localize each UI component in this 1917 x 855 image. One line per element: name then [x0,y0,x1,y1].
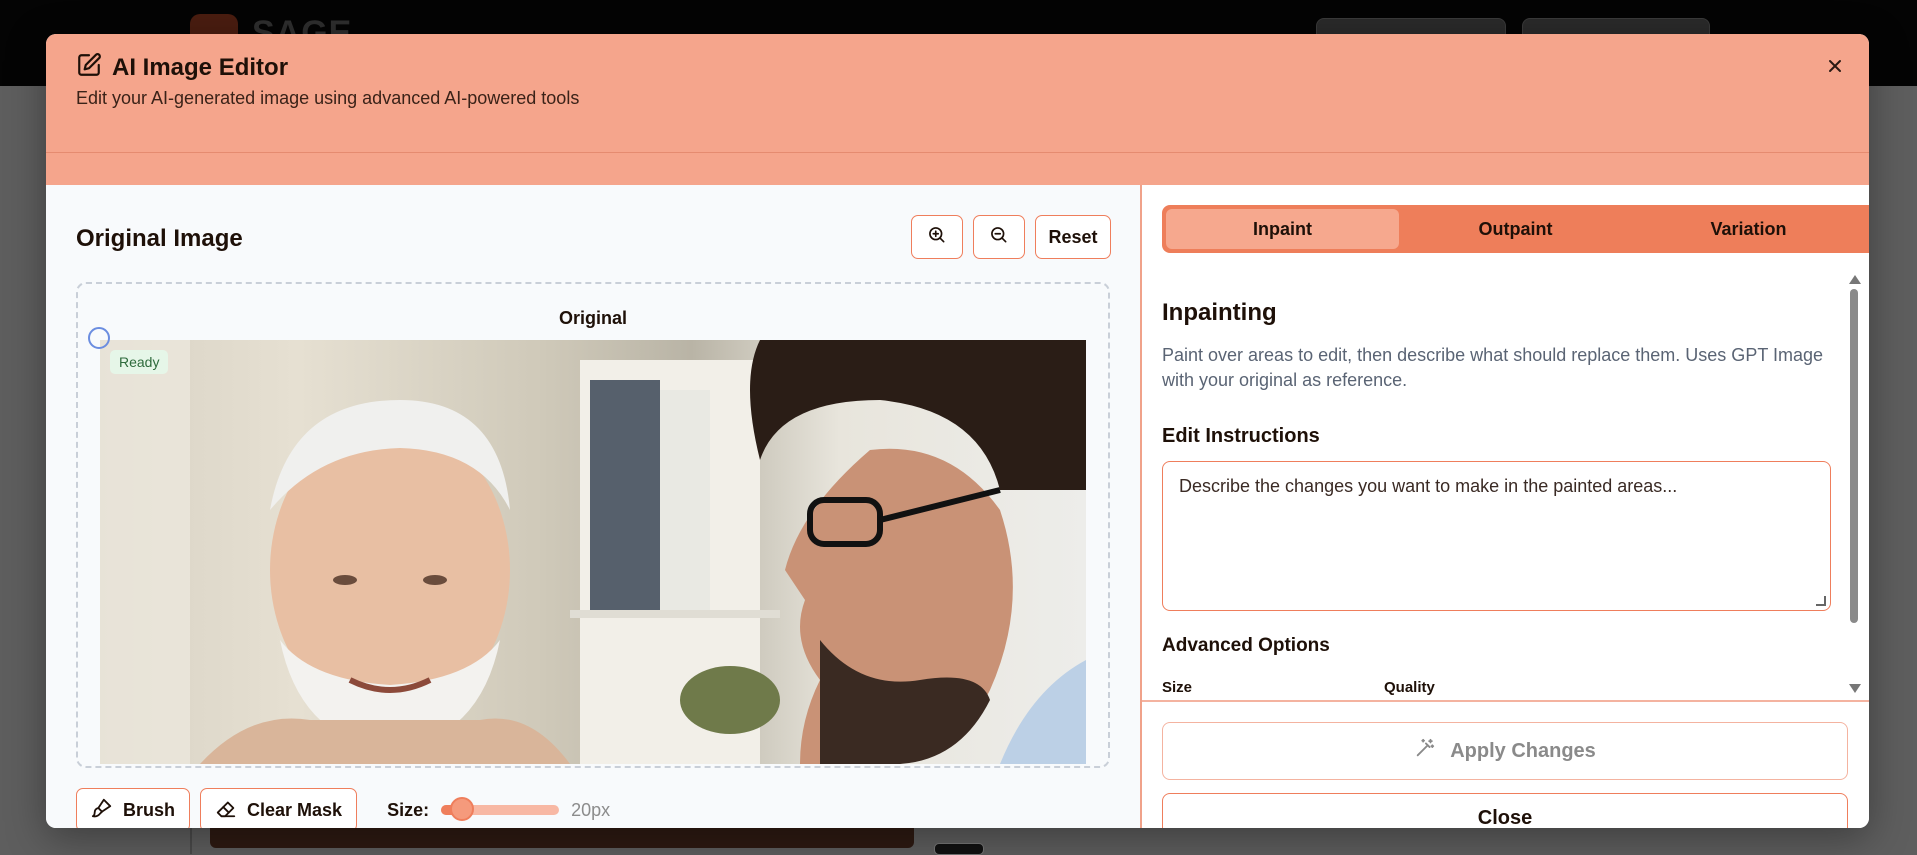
edit-instructions-label: Edit Instructions [1162,425,1320,447]
edit-mode-tabs: Inpaint Outpaint Variation [1162,205,1869,253]
scrollbar[interactable] [1847,275,1861,693]
canvas-label: Original [558,308,627,328]
instructions-placeholder: Describe the changes you want to make in… [1179,476,1678,496]
status-badge: Ready [110,350,169,374]
resize-handle-icon[interactable] [1816,596,1826,606]
apply-changes-button[interactable]: Apply Changes [1162,722,1848,780]
quality-option-label: Quality [1384,679,1435,696]
edit-icon [76,52,102,83]
tab-inpaint[interactable]: Inpaint [1166,209,1399,249]
inpainting-heading: Inpainting [1162,299,1277,326]
apply-changes-label: Apply Changes [1450,739,1596,762]
modal-title-row: AI Image Editor [76,52,288,83]
eraser-icon [215,797,237,824]
background-pill [934,843,984,855]
slider-thumb[interactable] [450,797,475,821]
original-image-panel: Original Image Reset Original Ready Brus… [46,185,1142,828]
brush-cursor-icon [88,327,110,349]
zoom-out-button[interactable] [973,215,1025,259]
zoom-in-icon [927,225,947,250]
tab-outpaint[interactable]: Outpaint [1399,209,1632,249]
edit-options-panel: Inpaint Outpaint Variation Inpainting Pa… [1142,185,1869,828]
modal-header-band [46,153,1869,185]
zoom-in-button[interactable] [911,215,963,259]
section-title: Original Image [76,225,243,252]
brush-label: Brush [123,799,176,820]
size-value: 20px [571,799,611,820]
close-button[interactable]: Close [1162,793,1848,828]
scroll-down-icon[interactable] [1849,684,1861,693]
tab-variation[interactable]: Variation [1632,209,1865,249]
zoom-out-icon [989,225,1009,250]
brush-button[interactable]: Brush [76,788,191,828]
clear-mask-button[interactable]: Clear Mask [200,788,358,828]
portrait-image [100,340,1086,764]
brush-icon [91,797,113,824]
reset-button[interactable]: Reset [1035,215,1111,259]
modal-subtitle: Edit your AI-generated image using advan… [76,88,580,108]
mask-tools: Brush Clear Mask Size: 20px [76,788,610,828]
image-canvas-frame: Original Ready [76,282,1110,768]
scroll-up-icon[interactable] [1849,275,1861,284]
brush-size-slider[interactable] [441,797,560,821]
clear-mask-label: Clear Mask [247,799,343,820]
close-icon[interactable] [1821,52,1849,80]
footer-divider [1142,700,1869,702]
size-label: Size: [387,799,430,820]
options-scroll-area[interactable]: Inpainting Paint over areas to edit, the… [1142,265,1869,700]
ai-image-editor-modal: AI Image Editor Edit your AI-generated i… [46,34,1869,828]
advanced-options-title: Advanced Options [1162,635,1330,656]
scrollbar-thumb[interactable] [1850,289,1858,623]
magic-wand-icon [1414,737,1436,765]
inpainting-description: Paint over areas to edit, then describe … [1162,345,1824,390]
size-option-label: Size [1162,679,1193,696]
modal-title: AI Image Editor [112,53,289,81]
edit-instructions-input[interactable]: Describe the changes you want to make in… [1162,461,1831,611]
image-canvas[interactable]: Ready [100,340,1086,764]
modal-header: AI Image Editor Edit your AI-generated i… [46,34,1869,153]
